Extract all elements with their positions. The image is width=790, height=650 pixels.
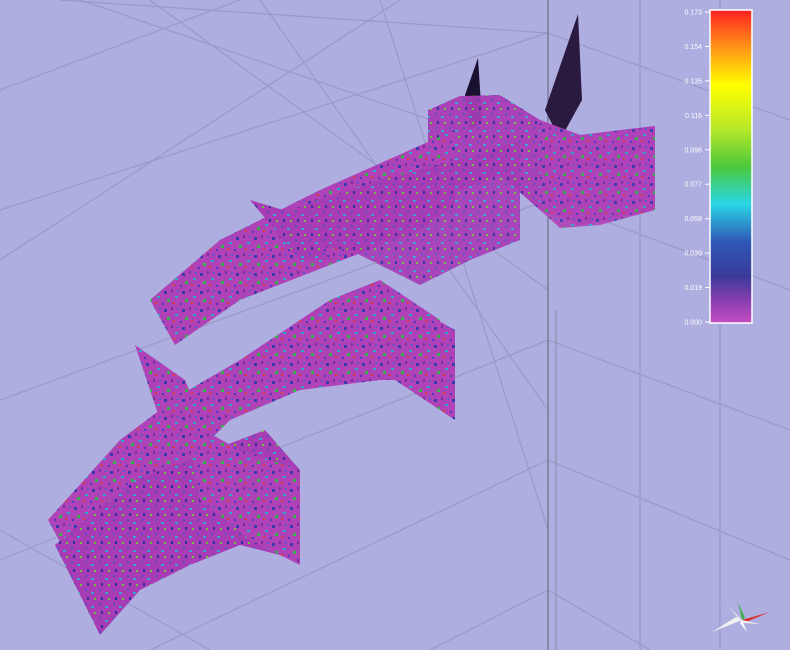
colorbar-tick-label: 0.019 — [684, 285, 702, 292]
colorbar-tick-label: 0.173 — [684, 10, 702, 17]
surface-upper-loop-right — [540, 120, 655, 228]
colorbar-tick-label: 0.116 — [685, 113, 702, 120]
3d-viewport[interactable]: 0.173 0.154 0.135 0.116 0.096 0.077 0.058 0.039… — [0, 0, 790, 650]
colorbar-tick-label: 0.039 — [684, 251, 702, 258]
colorbar-tick-label: 0.096 — [684, 147, 702, 154]
colorbar-tick-label: 0.135 — [684, 78, 702, 85]
colorbar-bar — [709, 9, 753, 324]
dark-spike-right — [545, 14, 582, 140]
colorbar-tick-label: 0.077 — [684, 182, 702, 189]
colorbar-tick-label: 0.000 — [684, 320, 702, 327]
compass-orientation-icon[interactable] — [712, 602, 770, 632]
colorbar-labels: 0.173 0.154 0.135 0.116 0.096 0.077 0.058 0.039… — [684, 10, 702, 327]
colorbar-tick-label: 0.058 — [684, 216, 702, 223]
colorbar-tick-label: 0.154 — [684, 44, 702, 51]
